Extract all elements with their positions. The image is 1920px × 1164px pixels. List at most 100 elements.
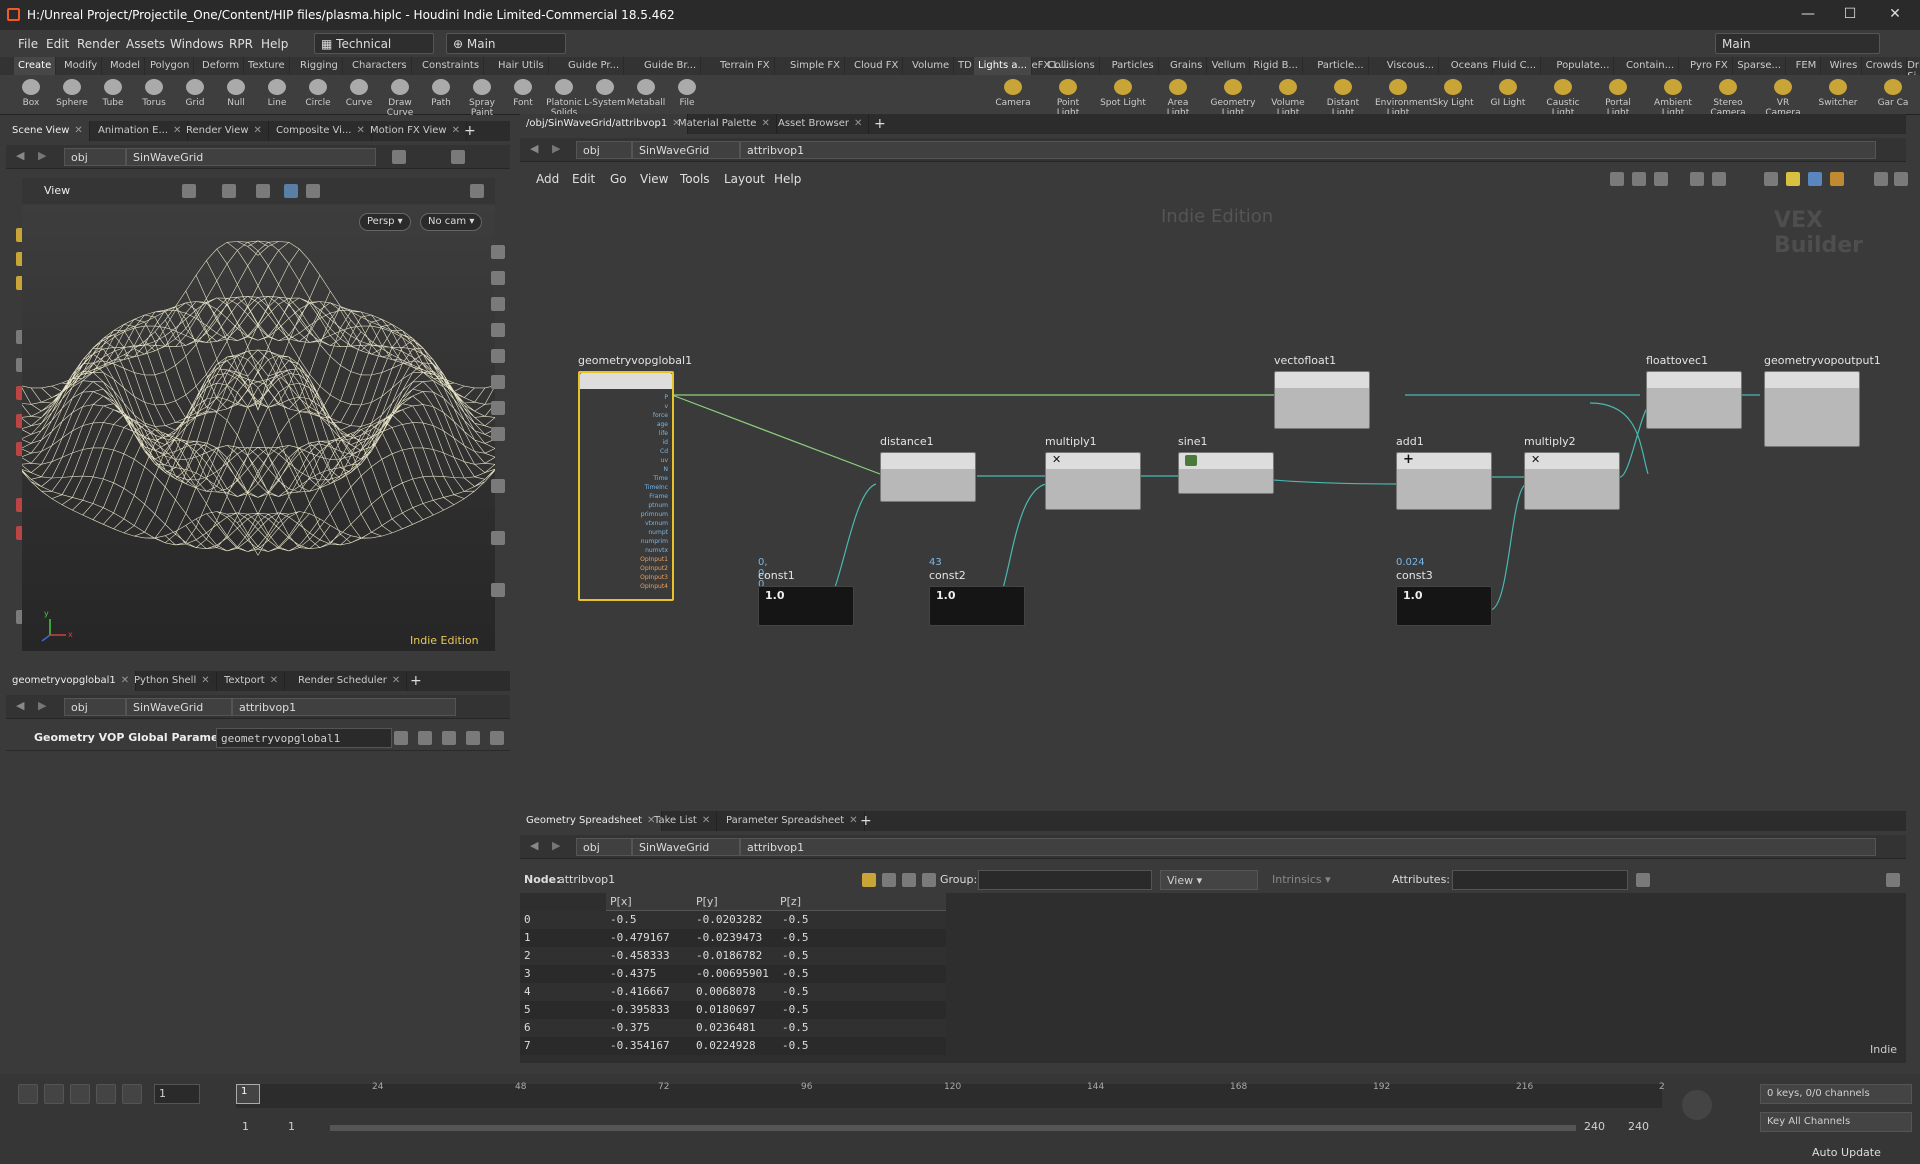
node-body[interactable]: [1274, 371, 1370, 429]
table-row[interactable]: 1 -0.479167 -0.0239473 -0.5: [520, 929, 946, 947]
zoom-icon[interactable]: [1874, 172, 1888, 186]
path-obj[interactable]: obj: [64, 698, 126, 716]
shelf-tool[interactable]: Ambient Light: [1650, 77, 1696, 118]
shelf-tab[interactable]: Model: [106, 57, 146, 75]
select-mode-icon[interactable]: [284, 184, 298, 198]
port-label[interactable]: uv: [640, 456, 668, 465]
net-menu-view[interactable]: View: [640, 172, 668, 186]
menu-help[interactable]: Help: [261, 37, 288, 51]
tab-render-scheduler[interactable]: Render Scheduler ✕: [292, 671, 408, 691]
light-icon[interactable]: [491, 375, 505, 389]
detail-mode-icon[interactable]: [922, 873, 936, 887]
shelf-tool[interactable]: Geometry Light: [1210, 77, 1256, 118]
menu-render[interactable]: Render: [77, 37, 120, 51]
search-icon[interactable]: [442, 731, 456, 745]
frame-marker[interactable]: 1: [236, 1084, 260, 1104]
shelf-tool[interactable]: Point Light: [1045, 77, 1091, 118]
port-label[interactable]: N: [640, 465, 669, 474]
geometry-spreadsheet[interactable]: P[x] P[y] P[z] 0 -0.5 -0.0203282 -0.5 1 -0.47…: [520, 893, 1906, 1063]
shelf-tool[interactable]: Line: [254, 77, 300, 108]
column-header[interactable]: P[x]: [610, 895, 632, 908]
display-icon-3[interactable]: [491, 323, 505, 337]
back-arrow-icon[interactable]: ◀: [530, 142, 538, 155]
menu-assets[interactable]: Assets: [126, 37, 165, 51]
shelf-tool[interactable]: Circle: [295, 77, 341, 108]
shelf-tool[interactable]: Platonic Solids: [541, 77, 587, 118]
sticky-note-icon[interactable]: [1786, 172, 1800, 186]
port-label[interactable]: id: [640, 438, 668, 447]
port-label[interactable]: life: [640, 429, 668, 438]
port-label[interactable]: OpInput2: [640, 564, 668, 573]
grid-icon[interactable]: [1690, 172, 1704, 186]
column-header[interactable]: P[y]: [696, 895, 718, 908]
shelf-tool[interactable]: Switcher: [1815, 77, 1861, 108]
desktop-dropdown[interactable]: ▦ Technical: [314, 33, 434, 54]
add-tab-icon[interactable]: +: [860, 813, 872, 829]
key-mode-dropdown[interactable]: Key All Channels: [1760, 1112, 1912, 1132]
shelf-tool[interactable]: Portal Light: [1595, 77, 1641, 118]
shelf-tab[interactable]: Characters: [348, 57, 412, 75]
port-label[interactable]: primnum: [640, 510, 668, 519]
add-tab-icon[interactable]: +: [464, 123, 476, 139]
shelf-tool[interactable]: Font: [500, 77, 546, 108]
table-row[interactable]: 4 -0.416667 0.0068078 -0.5: [520, 983, 946, 1001]
scene-viewport[interactable]: Persp ▾ No cam ▾ y x Indie Edition: [22, 205, 495, 651]
net-menu-help[interactable]: Help: [774, 172, 801, 186]
tab-render-view[interactable]: Render View ✕: [180, 121, 269, 141]
table-row[interactable]: 7 -0.354167 0.0224928 -0.5: [520, 1037, 946, 1055]
path-obj[interactable]: obj: [576, 141, 632, 159]
port-label[interactable]: vtxnum: [640, 519, 668, 528]
table-row[interactable]: 2 -0.458333 -0.0186782 -0.5: [520, 947, 946, 965]
shelf-tab[interactable]: Cloud FX: [850, 57, 904, 75]
path-network[interactable]: SinWaveGrid: [126, 148, 376, 166]
shelf-tab[interactable]: Modify: [60, 57, 103, 75]
houdini-help-icon[interactable]: [418, 731, 432, 745]
display-icon-6[interactable]: [491, 427, 505, 441]
maximize-button[interactable]: ☐: [1842, 6, 1858, 22]
back-arrow-icon[interactable]: ◀: [16, 149, 24, 162]
tab-material-palette[interactable]: Material Palette ✕: [672, 114, 777, 134]
path-network[interactable]: SinWaveGrid: [632, 838, 740, 856]
node-body[interactable]: [880, 452, 976, 502]
minimize-button[interactable]: —: [1800, 6, 1816, 22]
pin-icon[interactable]: [392, 150, 406, 164]
shelf-tab[interactable]: Constraints: [418, 57, 485, 75]
port-label[interactable]: OpInput1: [640, 555, 668, 564]
node-body[interactable]: [1646, 371, 1742, 429]
table-row[interactable]: 5 -0.395833 0.0180697 -0.5: [520, 1001, 946, 1019]
wire-tool-icon[interactable]: [1610, 172, 1624, 186]
node-body[interactable]: Pv force age life id Cd uv N Time TimeInc Frame ptn…: [578, 371, 674, 601]
end-frame-field-2[interactable]: 240: [1624, 1118, 1668, 1138]
shelf-tool[interactable]: Camera: [990, 77, 1036, 108]
shelf-tool[interactable]: Box: [8, 77, 54, 108]
group-field[interactable]: [978, 870, 1152, 890]
shelf-tool[interactable]: Path: [418, 77, 464, 108]
attributes-field[interactable]: [1452, 870, 1628, 890]
snap-icon[interactable]: [222, 184, 236, 198]
shelf-tool[interactable]: Distant Light: [1320, 77, 1366, 118]
start-frame-field[interactable]: 1: [238, 1118, 284, 1138]
port-label[interactable]: TimeInc: [640, 483, 668, 492]
display-icon-7[interactable]: [491, 479, 505, 493]
shelf-tool[interactable]: Sky Light: [1430, 77, 1476, 108]
node-name-field[interactable]: geometryvopglobal1: [216, 728, 392, 748]
node-body[interactable]: [1764, 371, 1860, 447]
path-network[interactable]: SinWaveGrid: [126, 698, 232, 716]
tab-asset-browser[interactable]: Asset Browser ✕: [772, 114, 870, 134]
start-frame-field-2[interactable]: 1: [284, 1118, 330, 1138]
node-body[interactable]: 1.0: [929, 586, 1025, 626]
forward-arrow-icon[interactable]: ▶: [552, 142, 560, 155]
network-editor[interactable]: Indie Edition VEX Builder: [520, 192, 1906, 804]
menu-file[interactable]: File: [18, 37, 38, 51]
shelf-tab[interactable]: Drive Si...: [1903, 57, 1920, 82]
close-button[interactable]: ✕: [1887, 6, 1903, 22]
net-menu-go[interactable]: Go: [610, 172, 627, 186]
tab-textport[interactable]: Textport ✕: [218, 671, 286, 691]
back-arrow-icon[interactable]: ◀: [16, 699, 24, 712]
shelf-tab[interactable]: Sparse...: [1733, 57, 1787, 75]
shelf-tab[interactable]: Pyro FX: [1686, 57, 1733, 75]
tab-network-view[interactable]: /obj/SinWaveGrid/attribvop1 ✕: [520, 114, 688, 134]
port-label[interactable]: P: [640, 393, 668, 402]
port-label[interactable]: OpInput3: [640, 573, 668, 582]
help-icon[interactable]: [1886, 873, 1900, 887]
